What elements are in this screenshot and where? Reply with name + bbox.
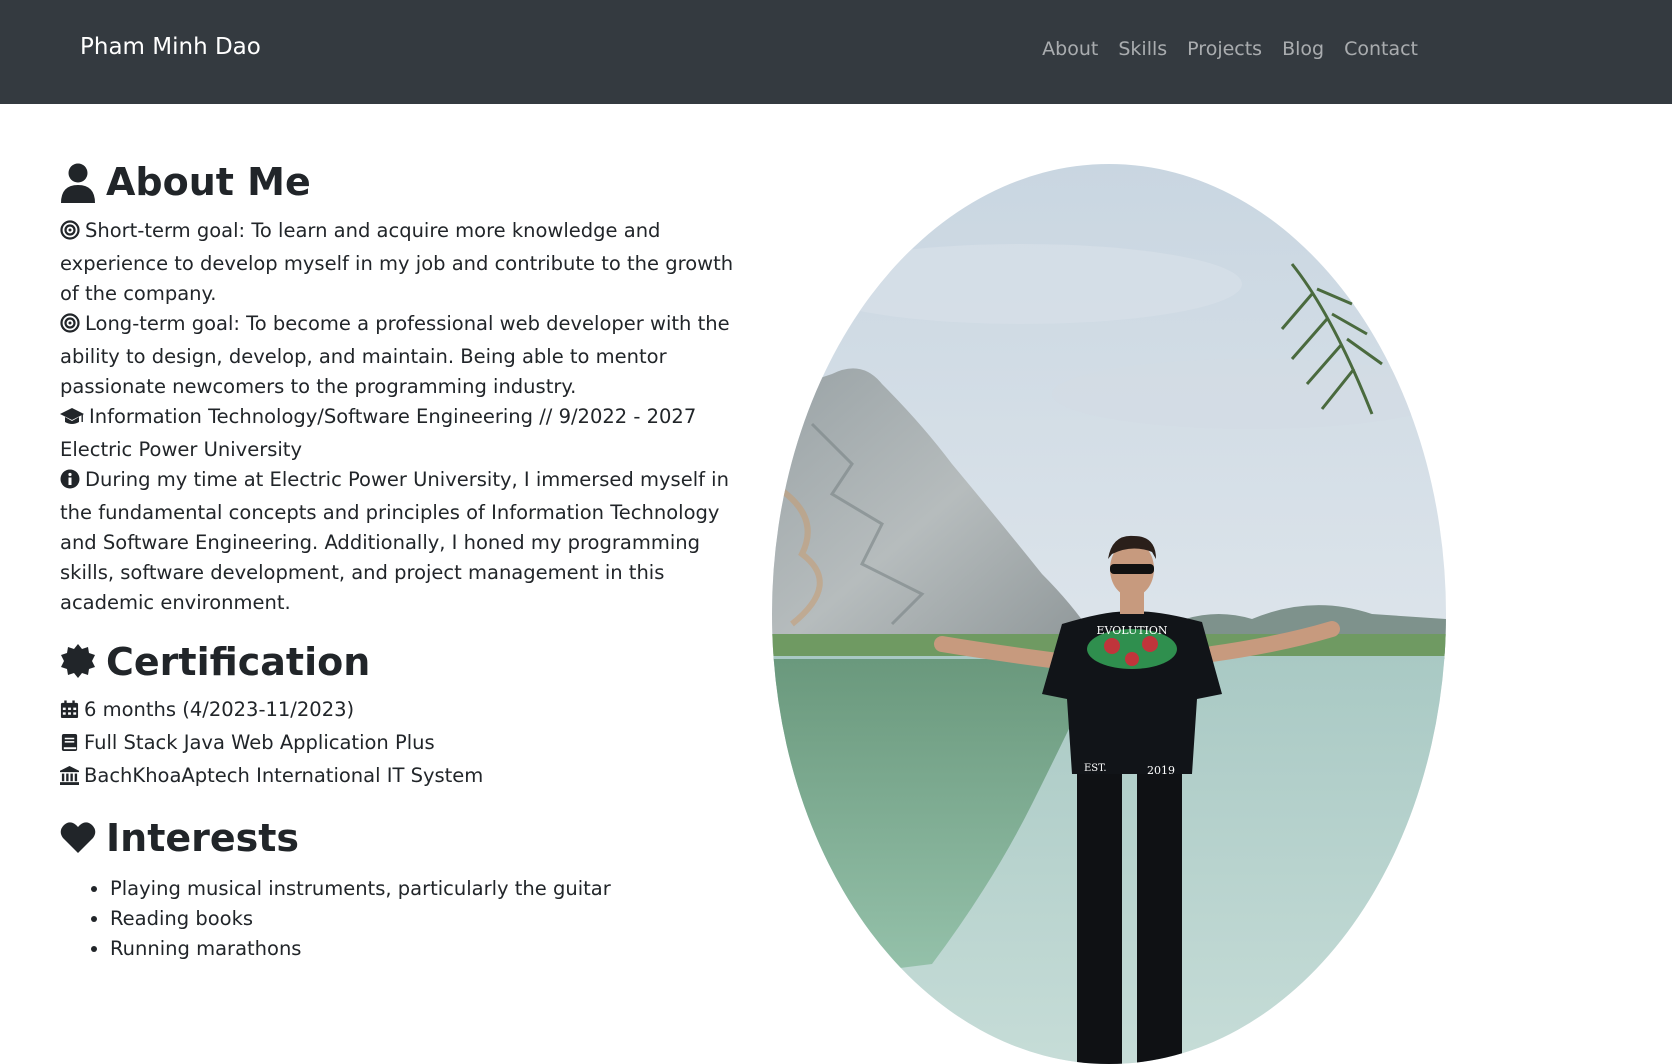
experience-text: During my time at Electric Power Univers… <box>60 467 729 614</box>
shirt-text: EVOLUTION <box>1096 624 1167 637</box>
graduation-cap-icon <box>60 405 84 435</box>
certification-list: 6 months (4/2023-11/2023) Full Stack Jav… <box>60 695 750 794</box>
cert-course-text: Full Stack Java Web Application Plus <box>84 731 435 755</box>
nav-link-skills[interactable]: Skills <box>1118 38 1167 60</box>
about-heading: About Me <box>60 160 750 206</box>
user-icon <box>60 162 96 204</box>
heart-icon <box>60 818 96 860</box>
interest-item: Playing musical instruments, particularl… <box>110 874 750 904</box>
book-icon <box>60 731 79 761</box>
navbar: Pham Minh Dao About Skills Projects Blog… <box>0 0 1672 104</box>
interests-heading: Interests <box>60 816 750 862</box>
calendar-icon <box>60 698 79 728</box>
education-line: Information Technology/Software Engineer… <box>60 402 750 435</box>
certification-heading: Certification <box>60 640 750 686</box>
brand-link[interactable]: Pham Minh Dao <box>80 34 261 60</box>
nav-link-contact[interactable]: Contact <box>1344 38 1418 60</box>
nav-link-about[interactable]: About <box>1042 38 1098 60</box>
education-text: Information Technology/Software Engineer… <box>89 404 697 428</box>
nav-link-blog[interactable]: Blog <box>1282 38 1324 60</box>
bullseye-icon <box>60 219 80 249</box>
about-section: About Me Short-term goal: To learn and a… <box>60 160 750 964</box>
cert-course-line: Full Stack Java Web Application Plus <box>60 728 750 761</box>
certificate-icon <box>60 641 96 683</box>
short-goal-line: Short-term goal: To learn and acquire mo… <box>60 216 750 309</box>
short-goal-text: Short-term goal: To learn and acquire mo… <box>60 218 734 305</box>
interests-heading-text: Interests <box>106 816 300 861</box>
long-goal-text: Long-term goal: To become a professional… <box>60 311 730 398</box>
interests-list: Playing musical instruments, particularl… <box>60 874 750 964</box>
nav-link-projects[interactable]: Projects <box>1187 38 1262 60</box>
experience-line: During my time at Electric Power Univers… <box>60 465 750 618</box>
cert-institution-text: BachKhoaAptech International IT System <box>84 764 484 788</box>
cert-institution-line: BachKhoaAptech International IT System <box>60 761 750 794</box>
nav-links: About Skills Projects Blog Contact <box>1042 38 1418 60</box>
profile-photo: EVOLUTION EST. 2019 <box>772 164 1446 1064</box>
bullseye-icon <box>60 312 80 342</box>
university-icon <box>60 764 79 794</box>
interest-item: Running marathons <box>110 934 750 964</box>
about-heading-text: About Me <box>106 160 311 204</box>
university-text: Electric Power University <box>60 437 302 461</box>
interests-section: Interests Playing musical instruments, p… <box>60 816 750 964</box>
cert-duration-text: 6 months (4/2023-11/2023) <box>84 698 355 722</box>
interest-item: Reading books <box>110 904 750 934</box>
about-text: Short-term goal: To learn and acquire mo… <box>60 216 750 618</box>
shirt-est-text: EST. <box>1084 763 1107 774</box>
info-circle-icon <box>60 468 80 498</box>
certification-heading-text: Certification <box>106 639 371 684</box>
certification-section: Certification 6 months (4/2023-11/2023) … <box>60 640 750 795</box>
profile-photo-illustration: EVOLUTION EST. 2019 <box>772 164 1446 1064</box>
long-goal-line: Long-term goal: To become a professional… <box>60 309 750 402</box>
cert-duration-line: 6 months (4/2023-11/2023) <box>60 695 750 728</box>
